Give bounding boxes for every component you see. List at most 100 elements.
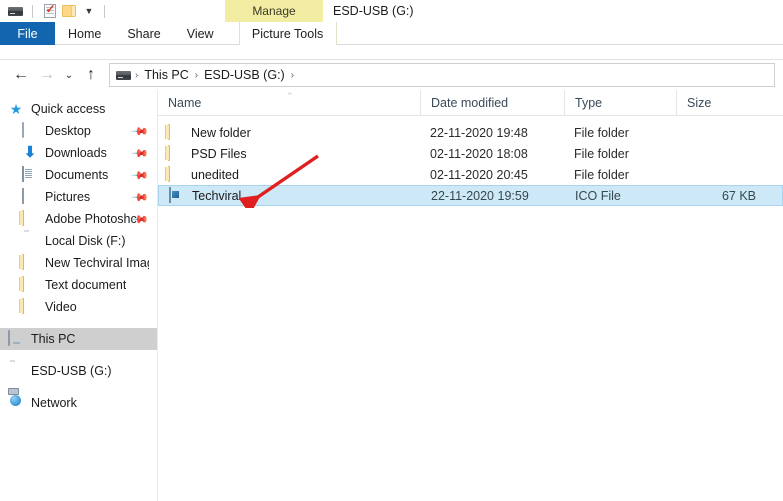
documents-icon xyxy=(22,167,38,183)
tab-view[interactable]: View xyxy=(174,22,227,45)
sidebar-spacer-3 xyxy=(0,382,157,392)
column-header-date-modified[interactable]: Date modified xyxy=(420,90,564,116)
drive-icon xyxy=(8,363,24,379)
toolbar-divider-2 xyxy=(104,5,105,18)
row-size-cell xyxy=(676,122,767,143)
network-icon xyxy=(8,395,24,411)
new-folder-icon[interactable] xyxy=(59,2,78,20)
folder-icon xyxy=(168,167,184,183)
tab-share[interactable]: Share xyxy=(114,22,173,45)
sidebar-item-label: Text document xyxy=(45,278,126,292)
file-name: New folder xyxy=(191,126,251,140)
sidebar-item-label: Desktop xyxy=(45,124,91,138)
folder-icon xyxy=(22,211,38,227)
back-icon[interactable]: ← xyxy=(8,62,34,88)
row-date-cell: 02-11-2020 20:45 xyxy=(420,164,564,185)
column-headers: Name ⌃ Date modified Type Size xyxy=(158,90,783,116)
ribbon-tab-strip: File Home Share View Picture Tools xyxy=(0,22,783,45)
row-date-cell: 22-11-2020 19:59 xyxy=(421,185,565,206)
table-row-selected[interactable]: Techviral 22-11-2020 19:59 ICO File 67 K… xyxy=(158,185,783,206)
breadcrumb-esd-usb[interactable]: ESD-USB (G:) xyxy=(200,68,289,82)
row-type-cell: File folder xyxy=(564,164,676,185)
column-header-name[interactable]: Name ⌃ xyxy=(158,90,420,116)
customize-caret-icon[interactable]: ▼ xyxy=(78,2,97,20)
table-row[interactable]: PSD Files 02-11-2020 18:08 File folder xyxy=(158,143,783,164)
sidebar-item-this-pc[interactable]: This PC xyxy=(0,328,157,350)
file-name: PSD Files xyxy=(191,147,247,161)
contextual-tab-group-manage[interactable]: Manage xyxy=(225,0,323,22)
breadcrumb-separator-2[interactable]: › xyxy=(289,70,296,81)
sidebar-spacer-1 xyxy=(0,318,157,328)
up-icon[interactable]: ↑ xyxy=(78,62,104,88)
row-name-cell: Techviral xyxy=(159,185,421,206)
file-name: unedited xyxy=(191,168,239,182)
tab-picture-tools[interactable]: Picture Tools xyxy=(239,22,337,45)
sidebar-item-label: Network xyxy=(31,396,77,410)
row-name-cell: New folder xyxy=(158,122,420,143)
sidebar-item-documents[interactable]: Documents 📌 xyxy=(0,164,157,186)
manage-label: Manage xyxy=(252,4,295,18)
navigation-bar: ← → ⌄ ↑ › This PC › ESD-USB (G:) › xyxy=(0,60,783,90)
folder-icon xyxy=(22,255,38,271)
folder-icon xyxy=(22,277,38,293)
pin-icon[interactable]: 📌 xyxy=(131,166,150,185)
sidebar-spacer-2 xyxy=(0,350,157,360)
tab-home[interactable]: Home xyxy=(55,22,114,45)
breadcrumb-separator-0[interactable]: › xyxy=(133,70,140,81)
sidebar-item-quick-access[interactable]: ★ Quick access xyxy=(0,98,157,120)
ico-file-icon xyxy=(169,188,185,204)
pin-icon[interactable]: 📌 xyxy=(131,144,150,163)
toolbar-divider xyxy=(32,5,33,18)
main-area: ★ Quick access Desktop 📌 ⬇ Downloads 📌 D… xyxy=(0,90,783,501)
star-icon: ★ xyxy=(8,101,24,117)
row-size-cell: 67 KB xyxy=(677,185,768,206)
forward-icon[interactable]: → xyxy=(34,62,60,88)
sidebar-item-video[interactable]: Video xyxy=(0,296,157,318)
table-row[interactable]: unedited 02-11-2020 20:45 File folder xyxy=(158,164,783,185)
sidebar-item-local-disk-f[interactable]: Local Disk (F:) xyxy=(0,230,157,252)
pc-icon xyxy=(8,331,24,347)
window-title: ESD-USB (G:) xyxy=(333,0,414,22)
sidebar-item-label: Downloads xyxy=(45,146,107,160)
folder-icon xyxy=(168,146,184,162)
folder-icon xyxy=(168,125,184,141)
address-drive-icon xyxy=(116,71,131,80)
desktop-icon xyxy=(22,123,38,139)
breadcrumb-separator-1[interactable]: › xyxy=(193,70,200,81)
sidebar-item-desktop[interactable]: Desktop 📌 xyxy=(0,120,157,142)
address-bar[interactable]: › This PC › ESD-USB (G:) › xyxy=(109,63,775,87)
sidebar-item-label: This PC xyxy=(31,332,75,346)
sidebar-item-new-techviral-images[interactable]: New Techviral Imag xyxy=(0,252,157,274)
table-row[interactable]: New folder 22-11-2020 19:48 File folder xyxy=(158,122,783,143)
pin-icon[interactable]: 📌 xyxy=(131,122,150,141)
sidebar-item-downloads[interactable]: ⬇ Downloads 📌 xyxy=(0,142,157,164)
sidebar-item-label: ESD-USB (G:) xyxy=(31,364,112,378)
download-icon: ⬇ xyxy=(22,145,38,161)
breadcrumb-this-pc[interactable]: This PC xyxy=(140,68,192,82)
drive-icon[interactable] xyxy=(6,2,25,20)
folder-icon xyxy=(22,299,38,315)
sidebar-item-network[interactable]: Network xyxy=(0,392,157,414)
ribbon-body xyxy=(0,45,783,60)
sidebar-item-adobe-photoshop[interactable]: Adobe Photoshc 📌 xyxy=(0,208,157,230)
sidebar-item-label: Pictures xyxy=(45,190,90,204)
sidebar-item-pictures[interactable]: Pictures 📌 xyxy=(0,186,157,208)
properties-icon[interactable] xyxy=(40,2,59,20)
row-type-cell: ICO File xyxy=(565,185,677,206)
row-size-cell xyxy=(676,143,767,164)
sidebar-item-label: Video xyxy=(45,300,77,314)
column-header-size[interactable]: Size xyxy=(676,90,767,116)
row-size-cell xyxy=(676,164,767,185)
sidebar-item-label: Adobe Photoshc xyxy=(45,212,137,226)
sidebar-item-esd-usb[interactable]: ESD-USB (G:) xyxy=(0,360,157,382)
row-date-cell: 22-11-2020 19:48 xyxy=(420,122,564,143)
pin-icon[interactable]: 📌 xyxy=(131,188,150,207)
file-name: Techviral xyxy=(192,189,241,203)
tab-file[interactable]: File xyxy=(0,22,55,45)
sidebar-item-label: New Techviral Imag xyxy=(45,256,149,270)
column-header-type[interactable]: Type xyxy=(564,90,676,116)
sidebar-item-text-document[interactable]: Text document xyxy=(0,274,157,296)
row-type-cell: File folder xyxy=(564,122,676,143)
recent-locations-icon[interactable]: ⌄ xyxy=(60,62,78,88)
sidebar-item-label: Quick access xyxy=(31,102,105,116)
